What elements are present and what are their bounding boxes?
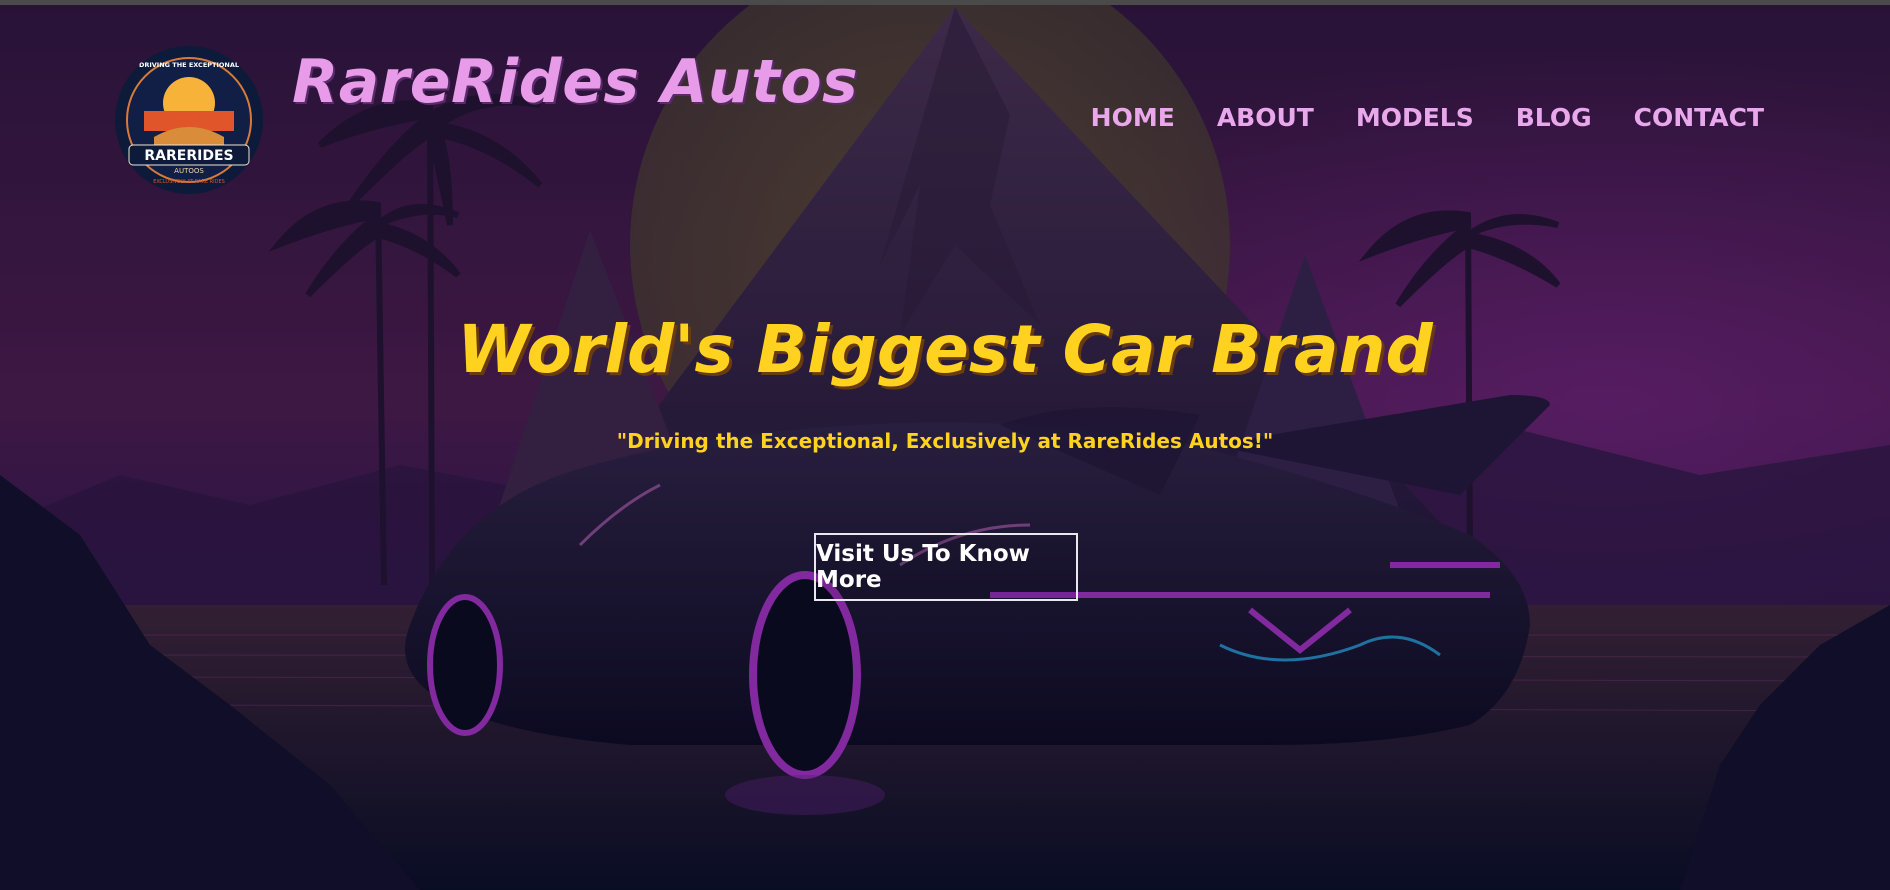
window-top-strip bbox=[0, 0, 1890, 5]
logo-main-text: RARERIDES bbox=[144, 148, 233, 164]
brand-name[interactable]: RareRides Autos bbox=[292, 47, 858, 117]
logo-top-text: DRIVING THE EXCEPTIONAL bbox=[139, 61, 239, 69]
hero-tagline: "Driving the Exceptional, Exclusively at… bbox=[616, 429, 1274, 453]
logo-sub-text: AUTOOS bbox=[174, 167, 204, 175]
hero-headline: World's Biggest Car Brand bbox=[457, 311, 1433, 388]
nav-home[interactable]: HOME bbox=[1091, 103, 1175, 132]
nav-about[interactable]: ABOUT bbox=[1217, 103, 1314, 132]
nav-blog[interactable]: BLOG bbox=[1516, 103, 1592, 132]
nav-models[interactable]: MODELS bbox=[1356, 103, 1474, 132]
logo-bottom-text: EXCLUSIVELY AT RARE RIDES bbox=[153, 179, 225, 185]
main-nav: HOME ABOUT MODELS BLOG CONTACT bbox=[1091, 103, 1764, 132]
visit-us-button[interactable]: Visit Us To Know More bbox=[814, 533, 1078, 601]
nav-contact[interactable]: CONTACT bbox=[1634, 103, 1764, 132]
logo-emblem[interactable]: RARERIDES AUTOOS DRIVING THE EXCEPTIONAL… bbox=[114, 45, 264, 195]
hero-section: RARERIDES AUTOOS DRIVING THE EXCEPTIONAL… bbox=[0, 5, 1890, 890]
